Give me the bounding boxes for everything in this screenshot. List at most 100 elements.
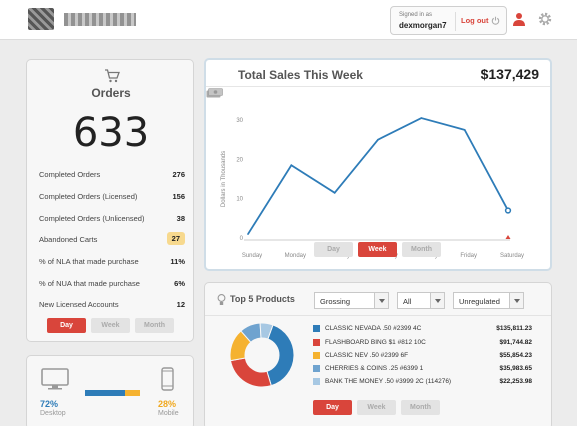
sales-title: Total Sales This Week xyxy=(238,68,363,82)
orders-panel: Orders 633 Completed Orders 276 Complete… xyxy=(26,59,194,342)
legend-swatch xyxy=(313,339,320,346)
dropdown-value: All xyxy=(403,297,412,306)
y-tick-label: 20 xyxy=(236,157,243,163)
y-axis-label: Dollars in Thousands xyxy=(221,151,227,207)
x-tick-label: Monday xyxy=(285,253,306,259)
mobile-label: Mobile xyxy=(158,410,179,417)
mobile-share-fill xyxy=(124,390,140,396)
stat-label: Abandoned Carts xyxy=(39,235,98,244)
legend-swatch xyxy=(313,352,320,359)
dropdown-value: Grossing xyxy=(320,297,351,306)
product-name: CLASSIC NEV .50 #2399 6F xyxy=(325,352,409,359)
stat-value: 38 xyxy=(176,214,185,223)
sales-panel: Total Sales This Week $137,429 Dollars i… xyxy=(204,58,552,271)
stat-label: % of NLA that made purchase xyxy=(39,257,139,266)
sales-week-button[interactable]: Week xyxy=(358,242,397,257)
power-icon[interactable] xyxy=(491,16,500,25)
stat-value: 12 xyxy=(176,300,185,309)
regulation-dropdown[interactable]: Unregulated xyxy=(453,292,524,309)
stat-value: 11% xyxy=(170,257,185,266)
orders-count: 633 xyxy=(72,110,150,156)
products-donut-chart xyxy=(229,322,295,388)
product-name: FLASHBOARD BING $1 #812 10C xyxy=(325,339,426,346)
stat-row: Completed Orders (Unlicensed) 38 xyxy=(39,210,185,226)
user-icon[interactable] xyxy=(512,12,526,26)
sales-series-line xyxy=(247,117,509,235)
product-row[interactable]: CHERRIES & COINS .25 #6399 1 $35,983.65 xyxy=(313,362,532,376)
stat-label: New Licensed Accounts xyxy=(39,300,119,309)
dropdown-value: Unregulated xyxy=(459,297,500,306)
stat-value: 156 xyxy=(172,192,185,201)
desktop-percent: 72% xyxy=(40,399,59,409)
desktop-share-fill xyxy=(85,390,125,396)
top-products-title: Top 5 Products xyxy=(230,294,295,304)
x-tick-label: Saturday xyxy=(500,253,524,259)
logo-wordmark xyxy=(64,13,136,26)
legend-swatch xyxy=(313,365,320,372)
stat-label: % of NUA that made purchase xyxy=(39,279,140,288)
logout-link[interactable]: Log out xyxy=(461,16,489,25)
chevron-down-icon xyxy=(430,293,444,308)
chevron-down-icon xyxy=(509,293,523,308)
data-point xyxy=(463,129,466,131)
desktop-label: Desktop xyxy=(40,410,66,417)
y-tick-label: 0 xyxy=(240,236,244,242)
x-tick-label: Friday xyxy=(460,253,477,259)
product-value: $22,253.98 xyxy=(499,378,532,385)
product-name: CHERRIES & COINS .25 #6399 1 xyxy=(325,365,424,372)
data-point xyxy=(333,191,336,194)
orders-week-button[interactable]: Week xyxy=(91,318,130,333)
sales-day-button[interactable]: Day xyxy=(314,242,353,257)
devices-panel: 72% 28% Desktop Mobile xyxy=(26,355,194,426)
stat-row: Completed Orders 276 xyxy=(39,166,185,182)
products-month-button[interactable]: Month xyxy=(401,400,440,415)
orders-title: Orders xyxy=(91,86,131,100)
gear-icon[interactable] xyxy=(537,11,553,27)
account-box: Signed in as dexmorgan7 Log out xyxy=(390,6,507,35)
stat-value: 6% xyxy=(174,279,185,288)
monitor-icon xyxy=(41,368,69,390)
signed-in-label: Signed in as xyxy=(399,12,433,18)
product-row[interactable]: CLASSIC NEVADA .50 #2399 4C $135,811.23 xyxy=(313,322,532,336)
product-value: $35,983.65 xyxy=(499,365,532,372)
stat-row: Abandoned Carts 27 xyxy=(39,231,185,247)
product-row[interactable]: FLASHBOARD BING $1 #812 10C $91,744.82 xyxy=(313,336,532,350)
grossing-dropdown[interactable]: Grossing xyxy=(314,292,389,309)
product-row[interactable]: CLASSIC NEV .50 #2399 6F $55,854.23 xyxy=(313,349,532,363)
phone-icon xyxy=(161,367,174,391)
donut-slice xyxy=(266,324,295,387)
cart-icon xyxy=(105,69,120,83)
sales-month-button[interactable]: Month xyxy=(402,242,441,257)
sales-total: $137,429 xyxy=(480,66,539,82)
chevron-down-icon xyxy=(374,293,388,308)
data-point xyxy=(247,233,249,235)
data-point xyxy=(377,138,379,141)
product-value: $91,744.82 xyxy=(499,339,532,346)
app-logo[interactable] xyxy=(28,8,138,30)
top-products-panel: Top 5 Products Grossing All Unregulated … xyxy=(204,282,552,426)
device-split-bar xyxy=(85,390,140,396)
product-value: $55,854.23 xyxy=(499,352,532,359)
stat-label: Completed Orders (Unlicensed) xyxy=(39,214,145,223)
stat-row: % of NLA that made purchase 11% xyxy=(39,253,185,269)
y-tick-label: 30 xyxy=(236,118,243,124)
logo-mark xyxy=(28,8,54,30)
product-row[interactable]: BANK THE MONEY .50 #3999 2C (114276) $22… xyxy=(313,375,532,389)
orders-day-button[interactable]: Day xyxy=(47,318,86,333)
mobile-percent: 28% xyxy=(158,399,177,409)
stat-label: Completed Orders xyxy=(39,170,101,179)
data-point xyxy=(290,164,293,167)
stat-row: Completed Orders (Licensed) 156 xyxy=(39,188,185,204)
products-day-button[interactable]: Day xyxy=(313,400,352,415)
category-dropdown[interactable]: All xyxy=(397,292,445,309)
stat-row: New Licensed Accounts 12 xyxy=(39,296,185,312)
lightbulb-icon xyxy=(217,294,226,305)
product-name: CLASSIC NEVADA .50 #2399 4C xyxy=(325,325,422,332)
x-tick-label: Sunday xyxy=(242,253,262,259)
donut-slice xyxy=(229,357,272,388)
orders-month-button[interactable]: Month xyxy=(135,318,174,333)
divider xyxy=(205,315,551,316)
y-tick-label: 10 xyxy=(236,197,243,203)
data-point xyxy=(420,117,423,119)
products-week-button[interactable]: Week xyxy=(357,400,396,415)
